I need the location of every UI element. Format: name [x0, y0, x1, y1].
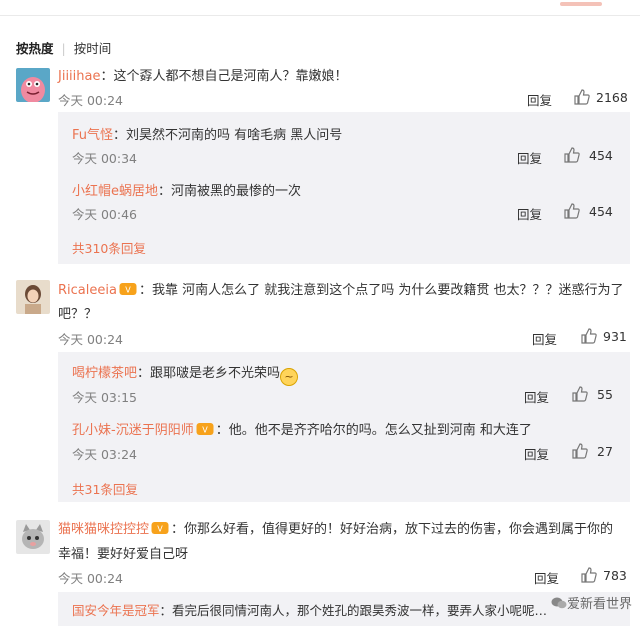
thumbs-up-icon — [564, 147, 580, 163]
reply-line: 小红帽e蜗居地：河南被黑的最惨的一次 — [72, 180, 301, 199]
comment-line: Jiiiihae：这个孬人都不想自己是河南人？靠嫩娘！ — [58, 65, 348, 84]
like-button[interactable] — [571, 442, 589, 464]
comment-text: ：你那么好看，值得更好的！好好治病，放下过去的伤害，你会遇到属于你的 — [171, 522, 614, 537]
svg-text:V: V — [202, 426, 208, 435]
reply-button[interactable]: 回复 — [524, 444, 549, 463]
like-count: 783 — [603, 568, 627, 583]
worried-face-emoji: ~ — [280, 368, 299, 386]
scroll-grip — [560, 2, 602, 6]
comment-username[interactable]: 猫咪猫咪控控控 — [58, 522, 149, 537]
vip-badge-icon: V — [119, 283, 137, 295]
reply-text: ：跟耶啵是老乡不光荣吗 — [137, 366, 281, 381]
sort-by-time-tab[interactable]: 按时间 — [74, 38, 112, 57]
comment-text-continued: 吧？？ — [58, 307, 98, 322]
comment-username[interactable]: Ricaleeia — [58, 283, 117, 298]
like-count: 454 — [589, 148, 613, 163]
reply-username[interactable]: Fu气怪 — [72, 128, 113, 143]
reply-text: ：看完后很同情河南人，那个姓孔的跟昊秀波一样，要弄人家小呢呢… — [159, 603, 548, 618]
thumbs-up-icon — [581, 328, 597, 344]
reply-username[interactable]: 孔小妹-沉迷于阴阳师 — [72, 423, 194, 438]
reply-line: 孔小妹-沉迷于阴阳师 V ：他。他不是齐齐哈尔的吗。怎么又扯到河南 和大连了 — [72, 419, 532, 438]
reply-time: 今天 00:34 — [72, 151, 137, 166]
reply-text: ：他。他不是齐齐哈尔的吗。怎么又扯到河南 和大连了 — [215, 423, 532, 438]
more-replies-link[interactable]: 共310条回复 — [72, 238, 146, 257]
reply-button[interactable]: 回复 — [534, 568, 559, 587]
avatar-pink-starfish-icon — [16, 68, 50, 102]
reply-button[interactable]: 回复 — [524, 387, 549, 406]
like-button[interactable] — [571, 385, 589, 407]
reply-username[interactable]: 小红帽e蜗居地 — [72, 184, 158, 199]
like-button[interactable] — [563, 202, 581, 224]
top-divider — [0, 0, 640, 16]
avatar[interactable] — [16, 520, 50, 554]
avatar[interactable] — [16, 280, 50, 314]
like-count: 27 — [597, 444, 613, 459]
reply-time: 今天 00:46 — [72, 207, 137, 222]
comment-text: ：我靠 河南人怎么了 就我注意到这个点了吗 为什么要改籍贯 也太？？？迷惑行为了 — [138, 283, 624, 298]
like-count: 454 — [589, 204, 613, 219]
like-button[interactable] — [563, 146, 581, 168]
reply-button[interactable]: 回复 — [527, 90, 552, 109]
thumbs-up-icon — [574, 89, 590, 105]
vip-badge-icon: V — [196, 423, 214, 435]
reply-username[interactable]: 国安今年是冠军 — [72, 603, 160, 618]
comment-text: ：这个孬人都不想自己是河南人？靠嫩娘！ — [100, 69, 348, 84]
reply-line: 国安今年是冠军：看完后很同情河南人，那个姓孔的跟昊秀波一样，要弄人家小呢呢… — [72, 600, 547, 619]
reply-text: ：刘昊然不河南的吗 有啥毛病 黑人问号 — [113, 128, 343, 143]
reply-time: 今天 03:24 — [72, 447, 137, 462]
comment-time: 今天 00:24 — [58, 93, 123, 108]
reply-button[interactable]: 回复 — [517, 204, 542, 223]
watermark-text: 爱新看世界 — [566, 597, 632, 612]
reply-time: 今天 03:15 — [72, 390, 137, 405]
reply-username[interactable]: 喝柠檬茶吧 — [72, 366, 137, 381]
reply-button[interactable]: 回复 — [532, 329, 557, 348]
reply-line: 喝柠檬茶吧：跟耶啵是老乡不光荣吗 ~ — [72, 362, 299, 386]
vip-badge-icon: V — [151, 522, 169, 534]
like-button[interactable] — [580, 327, 598, 349]
like-count: 931 — [603, 329, 627, 344]
avatar[interactable] — [16, 68, 50, 102]
thumbs-up-icon — [572, 386, 588, 402]
sort-separator: | — [61, 41, 66, 56]
comment-time: 今天 00:24 — [58, 571, 123, 586]
watermark: 爱新看世界 — [551, 593, 632, 612]
comment-username[interactable]: Jiiiihae — [58, 69, 101, 84]
avatar-girl-photo-icon — [16, 280, 50, 314]
sort-by-hot-tab[interactable]: 按热度 — [16, 38, 54, 57]
reply-line: Fu气怪：刘昊然不河南的吗 有啥毛病 黑人问号 — [72, 124, 342, 143]
wechat-icon — [551, 597, 567, 609]
thumbs-up-icon — [564, 203, 580, 219]
comment-time: 今天 00:24 — [58, 332, 123, 347]
reply-button[interactable]: 回复 — [517, 148, 542, 167]
comment-text-continued: 幸福！要好好爱自己呀 — [58, 547, 189, 562]
avatar-cat-icon — [16, 520, 50, 554]
like-button[interactable] — [580, 566, 598, 588]
sort-bar: 按热度 | 按时间 — [16, 38, 111, 57]
more-replies-link[interactable]: 共31条回复 — [72, 479, 138, 498]
like-count: 2168 — [596, 90, 628, 105]
comment-line: 猫咪猫咪控控控 V ：你那么好看，值得更好的！好好治病，放下过去的伤害，你会遇到属于… — [58, 518, 613, 537]
thumbs-up-icon — [581, 567, 597, 583]
like-count: 55 — [597, 387, 613, 402]
thumbs-up-icon — [572, 443, 588, 459]
svg-text:V: V — [157, 525, 163, 534]
like-button[interactable] — [573, 88, 591, 110]
svg-text:V: V — [125, 286, 131, 295]
reply-text: ：河南被黑的最惨的一次 — [158, 184, 302, 199]
comment-line: Ricaleeia V ：我靠 河南人怎么了 就我注意到这个点了吗 为什么要改籍贯 … — [58, 279, 623, 298]
